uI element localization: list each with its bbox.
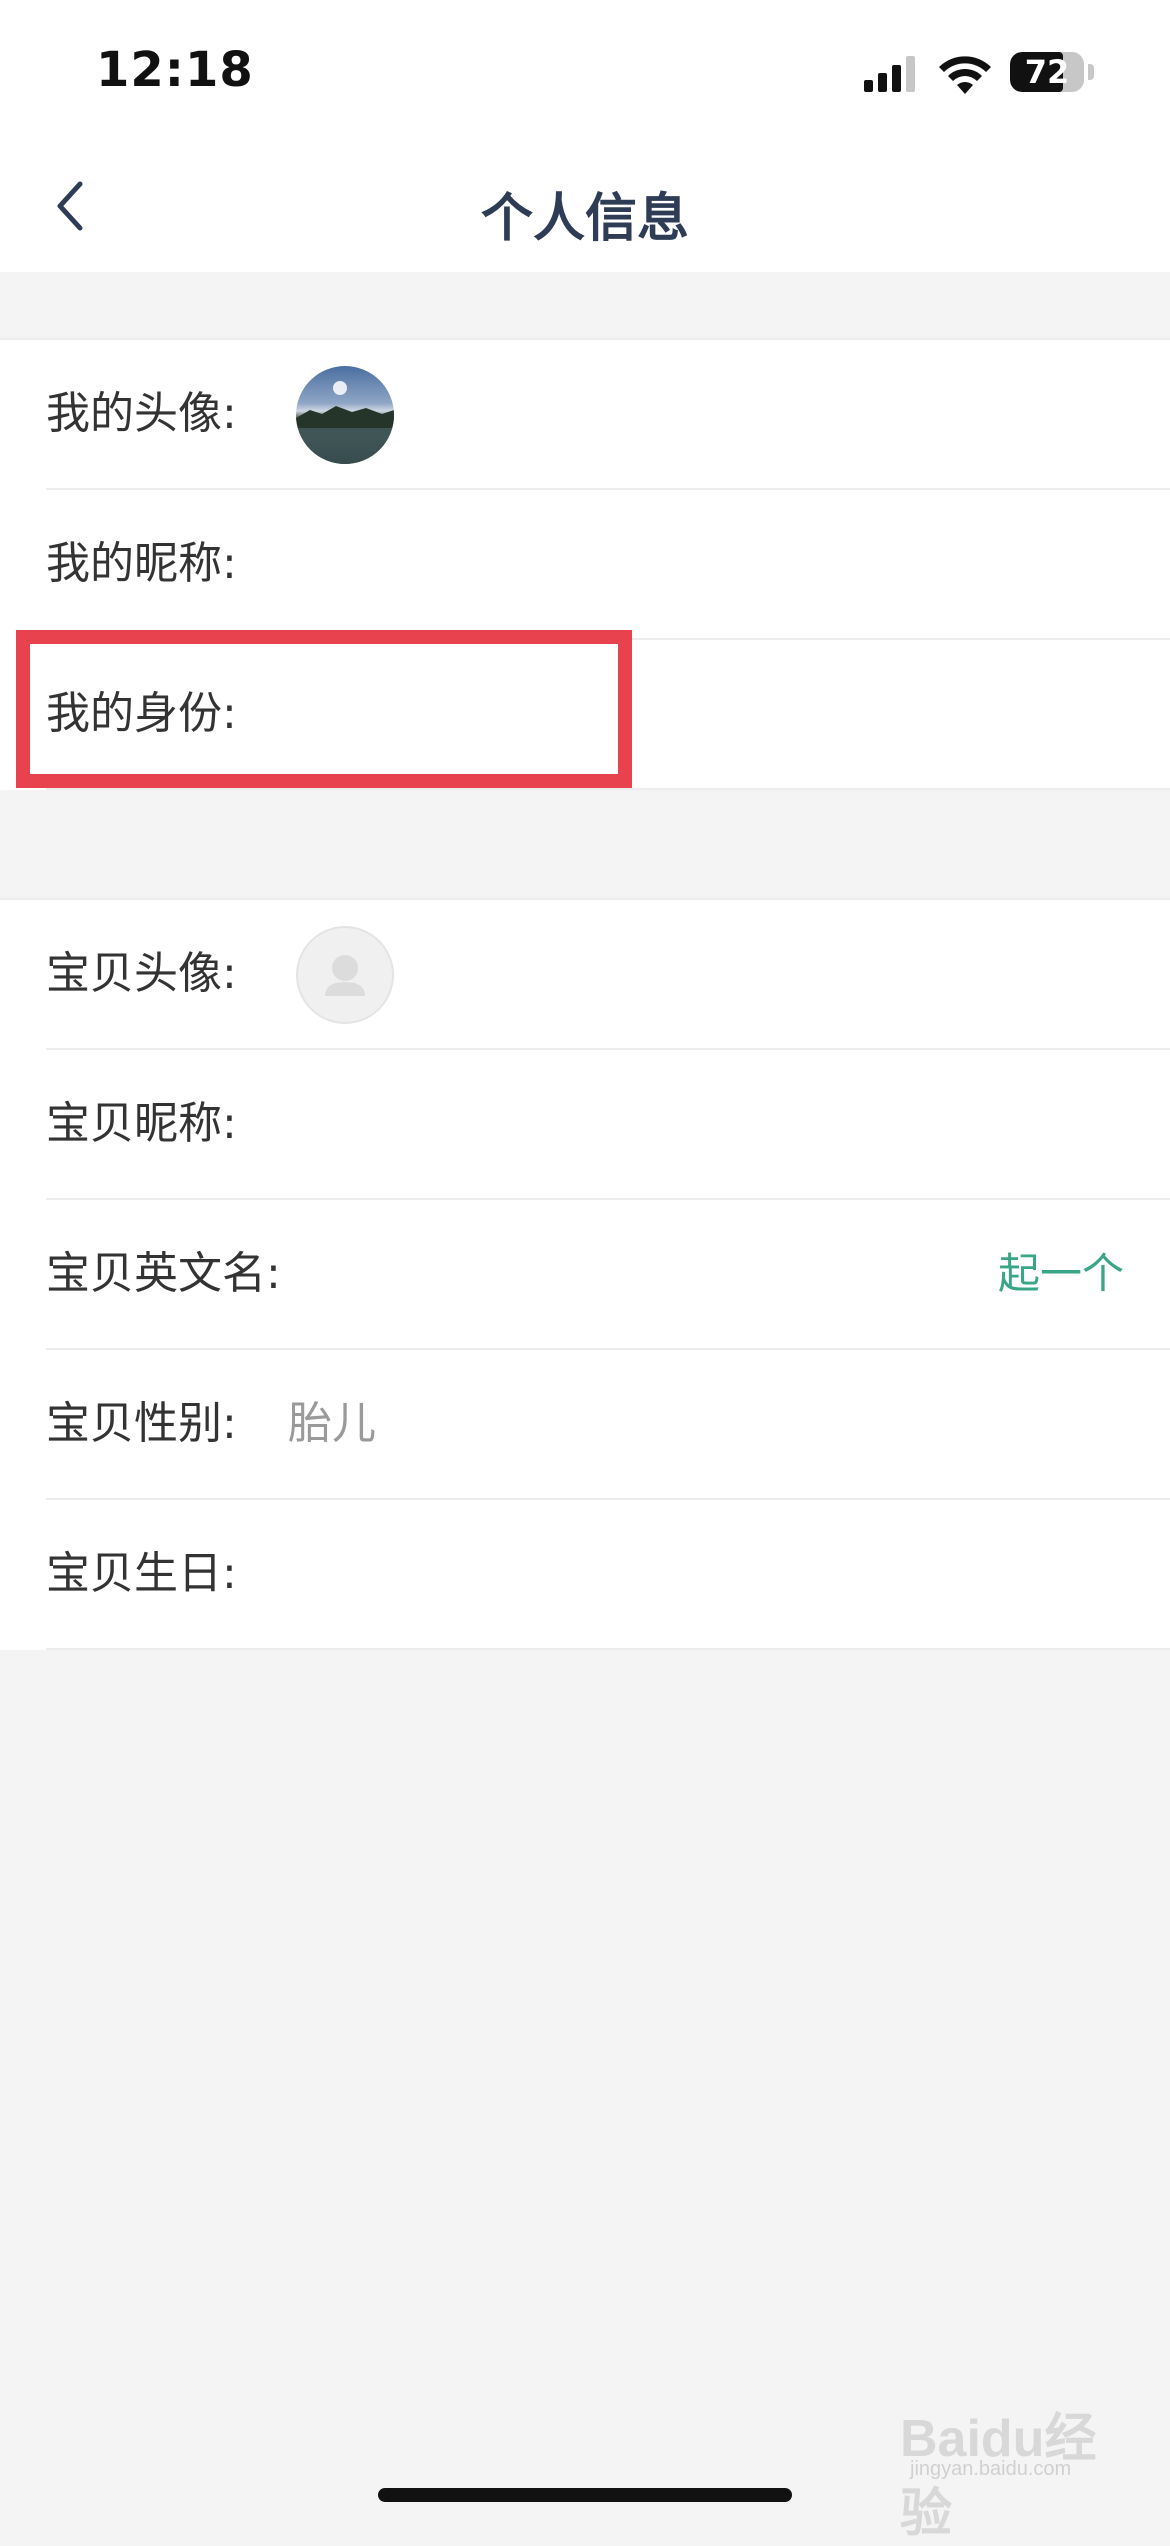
my-avatar-image[interactable] [296,366,394,464]
baby-avatar-label: 宝贝头像: [46,948,237,999]
status-bar: 12:18 72 [0,0,1170,140]
page-title: 个人信息 [480,189,689,249]
baby-info-section: 宝贝头像: 宝贝昵称: 宝贝英文名: 起一个 宝贝性别: 胎儿 宝贝生日: [0,898,1170,1650]
baby-avatar-row[interactable]: 宝贝头像: [46,900,1170,1050]
status-icons: 72 [864,52,1114,96]
person-placeholder-icon [325,955,365,996]
watermark: Baidu经验 jingyan.baidu.com [900,2396,1140,2543]
baby-gender-row[interactable]: 宝贝性别: 胎儿 [46,1350,1170,1500]
battery-percent: 72 [1024,53,1070,91]
battery-icon: 72 [1010,52,1096,94]
baby-english-name-row[interactable]: 宝贝英文名: 起一个 [46,1200,1170,1350]
baby-english-name-label: 宝贝英文名: [46,1248,281,1299]
baby-nickname-label: 宝贝昵称: [46,1098,237,1149]
my-nickname-label: 我的昵称: [46,538,237,589]
watermark-url: jingyan.baidu.com [910,2458,1072,2480]
baby-gender-label: 宝贝性别: [46,1398,237,1449]
battery-body: 72 [1010,52,1084,92]
my-nickname-row[interactable]: 我的昵称: [46,490,1170,640]
signal-icon [864,56,915,92]
status-time: 12:18 [96,42,254,98]
name-suggest-link[interactable]: 起一个 [998,1200,1124,1348]
battery-cap [1088,64,1094,80]
nav-bar: 个人信息 [0,140,1170,272]
baby-avatar-image[interactable] [296,926,394,1024]
baby-birthday-label: 宝贝生日: [46,1548,237,1599]
highlight-box [16,630,632,788]
my-avatar-row[interactable]: 我的头像: [46,340,1170,490]
avatar-photo-art [296,381,394,464]
home-indicator[interactable] [378,2488,792,2502]
baby-birthday-row[interactable]: 宝贝生日: [46,1500,1170,1650]
my-avatar-label: 我的头像: [46,388,237,439]
baby-gender-value: 胎儿 [288,1398,376,1449]
baby-nickname-row[interactable]: 宝贝昵称: [46,1050,1170,1200]
wifi-icon [939,56,991,94]
